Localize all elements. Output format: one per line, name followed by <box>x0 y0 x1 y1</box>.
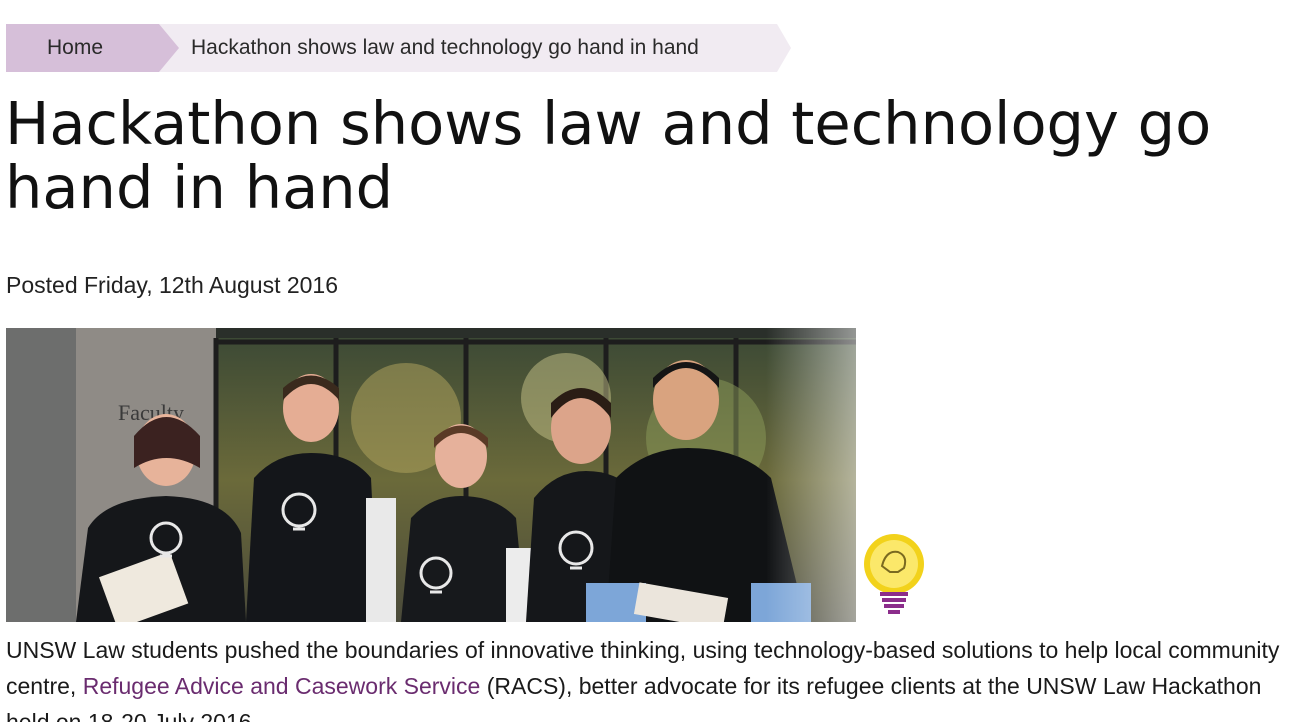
breadcrumb-home-label: Home <box>47 36 104 59</box>
article-body: UNSW Law students pushed the boundaries … <box>6 632 1281 722</box>
breadcrumb: Home Hackathon shows law and technology … <box>6 24 791 72</box>
breadcrumb-home-link[interactable]: Home <box>6 24 179 72</box>
page-title: Hackathon shows law and technology go ha… <box>5 89 1212 222</box>
posted-date: Posted Friday, 12th August 2016 <box>6 272 339 298</box>
hero-image: Faculty <box>6 328 946 622</box>
breadcrumb-current-label: Hackathon shows law and technology go ha… <box>191 36 699 59</box>
racs-link[interactable]: Refugee Advice and Casework Service <box>83 673 481 699</box>
breadcrumb-current: Hackathon shows law and technology go ha… <box>159 24 791 72</box>
